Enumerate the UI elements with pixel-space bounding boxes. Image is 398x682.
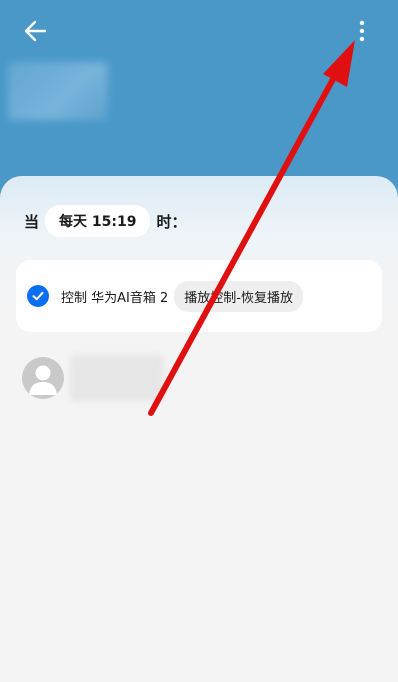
action-label: 控制 华为AI音箱 2 bbox=[61, 290, 169, 306]
avatar bbox=[22, 357, 64, 399]
more-options-button[interactable] bbox=[348, 16, 376, 48]
more-vertical-icon bbox=[359, 20, 365, 42]
blurred-member-name bbox=[70, 355, 164, 401]
back-button[interactable] bbox=[20, 16, 52, 48]
action-detail-chip[interactable]: 播放控制-恢复播放 bbox=[174, 280, 303, 312]
checkmark-icon bbox=[32, 291, 44, 301]
action-checkbox[interactable] bbox=[27, 285, 49, 307]
person-icon bbox=[29, 365, 57, 395]
content-sheet bbox=[0, 176, 398, 682]
header-bar bbox=[0, 0, 398, 200]
condition-prefix: 当 bbox=[24, 212, 40, 231]
action-card[interactable]: 控制 华为AI音箱 2 播放控制-恢复播放 bbox=[16, 260, 382, 332]
condition-suffix: 时： bbox=[156, 212, 187, 231]
member-row[interactable] bbox=[22, 355, 164, 401]
time-chip[interactable]: 每天 15:19 bbox=[45, 205, 151, 237]
arrow-left-icon bbox=[24, 20, 47, 42]
trigger-condition: 当 每天 15:19 时： bbox=[24, 205, 187, 237]
blurred-title bbox=[8, 62, 108, 120]
